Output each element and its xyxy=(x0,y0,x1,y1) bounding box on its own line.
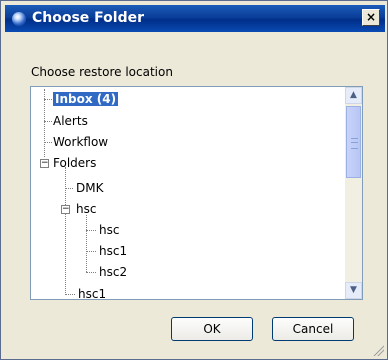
prompt-label: Choose restore location xyxy=(31,65,173,79)
app-icon xyxy=(12,12,26,26)
tree-item-label: hsc xyxy=(76,202,97,216)
tree-item-label: Workflow xyxy=(53,135,109,149)
tree-item-hsc-child[interactable]: hsc xyxy=(99,222,119,238)
tree-connector xyxy=(65,294,75,295)
tree-item-hsc1[interactable]: hsc1 xyxy=(78,286,107,300)
collapse-folders-toggle[interactable]: − xyxy=(40,159,49,168)
ok-button[interactable]: OK xyxy=(171,317,253,341)
tree-item-dmk[interactable]: DMK xyxy=(76,180,103,196)
tree-connector xyxy=(65,188,73,189)
folder-tree: − − Inbox (4) Alerts Workflow Folders DM… xyxy=(31,87,344,299)
tree-item-label: hsc1 xyxy=(99,244,128,258)
scroll-thumb[interactable] xyxy=(346,106,361,178)
tree-item-hsc2-child[interactable]: hsc2 xyxy=(99,264,127,280)
tree-item-workflow[interactable]: Workflow xyxy=(53,134,108,150)
tree-connector xyxy=(86,230,96,231)
tree-connector xyxy=(44,99,52,100)
tree-item-label: hsc1 xyxy=(78,287,107,300)
folder-tree-box: − − Inbox (4) Alerts Workflow Folders DM… xyxy=(30,86,363,300)
tree-item-folders[interactable]: Folders xyxy=(53,155,96,171)
tree-item-label: Inbox (4) xyxy=(53,92,119,106)
tree-item-label: Folders xyxy=(53,156,97,170)
tree-connector xyxy=(44,121,52,122)
close-button[interactable]: × xyxy=(362,9,380,26)
tree-item-label: hsc xyxy=(99,223,120,237)
tree-item-hsc[interactable]: hsc xyxy=(76,201,96,217)
choose-folder-dialog: Choose Folder × Choose restore location … xyxy=(0,0,388,360)
resize-grip-icon[interactable] xyxy=(372,344,384,356)
vertical-scrollbar[interactable]: ▲ ▼ xyxy=(345,87,362,299)
tree-item-alerts[interactable]: Alerts xyxy=(53,113,88,129)
scroll-up-button[interactable]: ▲ xyxy=(345,87,362,104)
tree-connector xyxy=(65,167,66,295)
tree-connector xyxy=(86,272,96,273)
title-bar[interactable]: Choose Folder × xyxy=(5,5,385,32)
tree-connector xyxy=(44,142,52,143)
tree-item-label: Alerts xyxy=(53,114,88,128)
collapse-hsc-toggle[interactable]: − xyxy=(61,205,70,214)
grip-icon xyxy=(351,138,358,149)
tree-item-inbox[interactable]: Inbox (4) xyxy=(53,91,119,107)
cancel-button[interactable]: Cancel xyxy=(272,317,354,341)
tree-connector xyxy=(86,215,87,272)
tree-item-label: hsc2 xyxy=(99,265,128,279)
scroll-down-button[interactable]: ▼ xyxy=(345,282,362,299)
window-title: Choose Folder xyxy=(32,10,145,26)
tree-item-label: DMK xyxy=(76,181,104,195)
tree-item-hsc1-child[interactable]: hsc1 xyxy=(99,243,127,259)
tree-connector xyxy=(86,251,96,252)
